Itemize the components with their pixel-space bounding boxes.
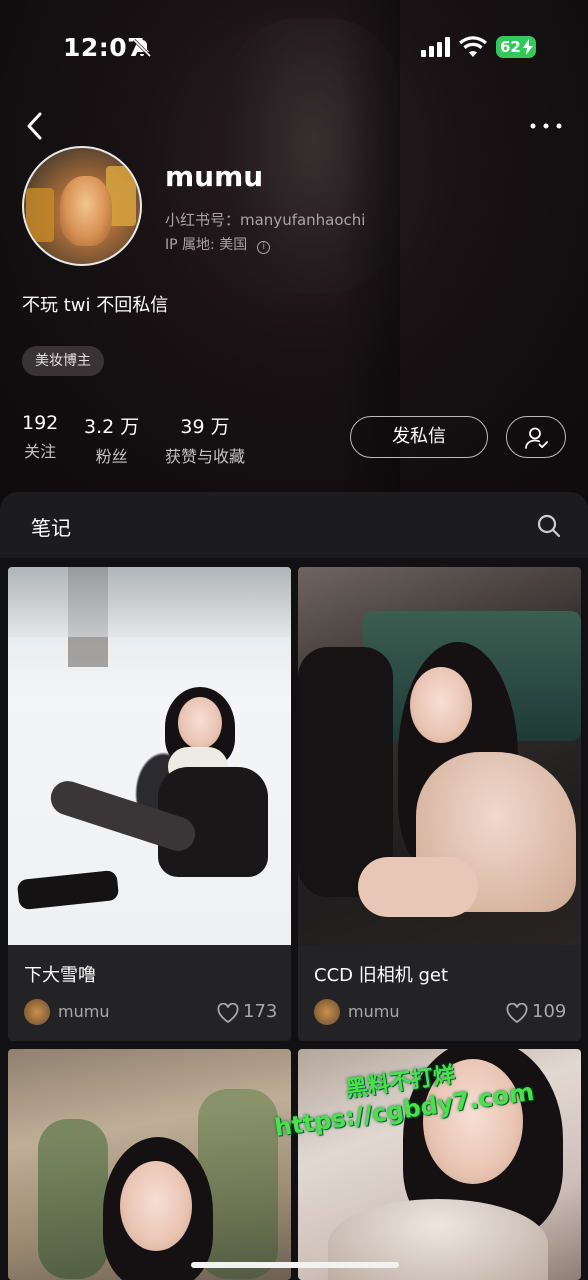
note-title: CCD 旧相机 get [314,965,448,986]
send-message-button[interactable]: 发私信 [350,416,488,458]
girl-face [178,697,222,749]
avatar-cat [60,176,112,246]
legs [358,857,478,917]
battery-indicator: 62 [496,36,536,58]
stat-likes-collects[interactable]: 39 万 获赞与收藏 [165,412,245,467]
red-id: 小红书号：manyufanhaochi [165,211,366,229]
stat-followers[interactable]: 3.2 万 粉丝 [84,412,139,467]
stat-label: 粉丝 [95,447,128,466]
stat-label: 获赞与收藏 [165,447,246,466]
like-count: 173 [243,1001,278,1022]
bio: 不玩 twi 不回私信 [22,295,169,316]
stat-following[interactable]: 192 关注 [22,412,58,462]
heart-icon[interactable] [506,1003,528,1023]
author-avatar [24,999,50,1025]
boots [16,869,120,911]
note-card[interactable]: 下大雪噜 mumu 173 [8,567,291,1041]
note-image [298,567,581,945]
note-card[interactable] [8,1049,291,1280]
girl-face [120,1161,192,1251]
username: mumu [165,160,264,193]
follow-check-icon [525,427,548,449]
plant [38,1119,108,1279]
signal-icon [421,37,450,57]
avatar[interactable] [22,146,142,266]
info-icon[interactable]: i [257,241,271,254]
notes-header: 笔记 [0,492,588,558]
note-card[interactable]: CCD 旧相机 get mumu 109 [298,567,581,1041]
more-icon[interactable] [528,118,564,134]
snowy-trees [8,567,291,637]
author-avatar [314,999,340,1025]
profile-tag[interactable]: 美妆博主 [22,346,104,376]
charging-bolt-icon [523,39,533,55]
girl-face [410,667,472,743]
like-count: 109 [532,1001,567,1022]
author-name: mumu [58,1002,110,1021]
note-image [8,567,291,945]
note-title: 下大雪噜 [24,965,96,986]
bell-off-icon [132,38,152,58]
home-indicator[interactable] [191,1262,399,1268]
status-bar: 12:07 62 [0,0,588,96]
notes-tab[interactable]: 笔记 [31,512,71,541]
avatar-glass [26,188,54,242]
stat-number: 3.2 万 [84,416,140,438]
ip-location: IP 属地: 美国 i [165,234,271,254]
back-icon[interactable] [22,110,48,142]
stat-label: 关注 [24,442,57,461]
stat-number: 39 万 [180,416,230,438]
search-icon[interactable] [536,513,562,539]
ip-location-text: IP 属地: 美国 [165,237,248,253]
author-name: mumu [348,1002,400,1021]
stat-number: 192 [22,412,59,434]
note-image [8,1049,291,1280]
battery-level: 62 [500,38,521,56]
heart-icon[interactable] [217,1003,239,1023]
follow-button[interactable] [506,416,566,458]
wifi-icon [459,36,487,57]
